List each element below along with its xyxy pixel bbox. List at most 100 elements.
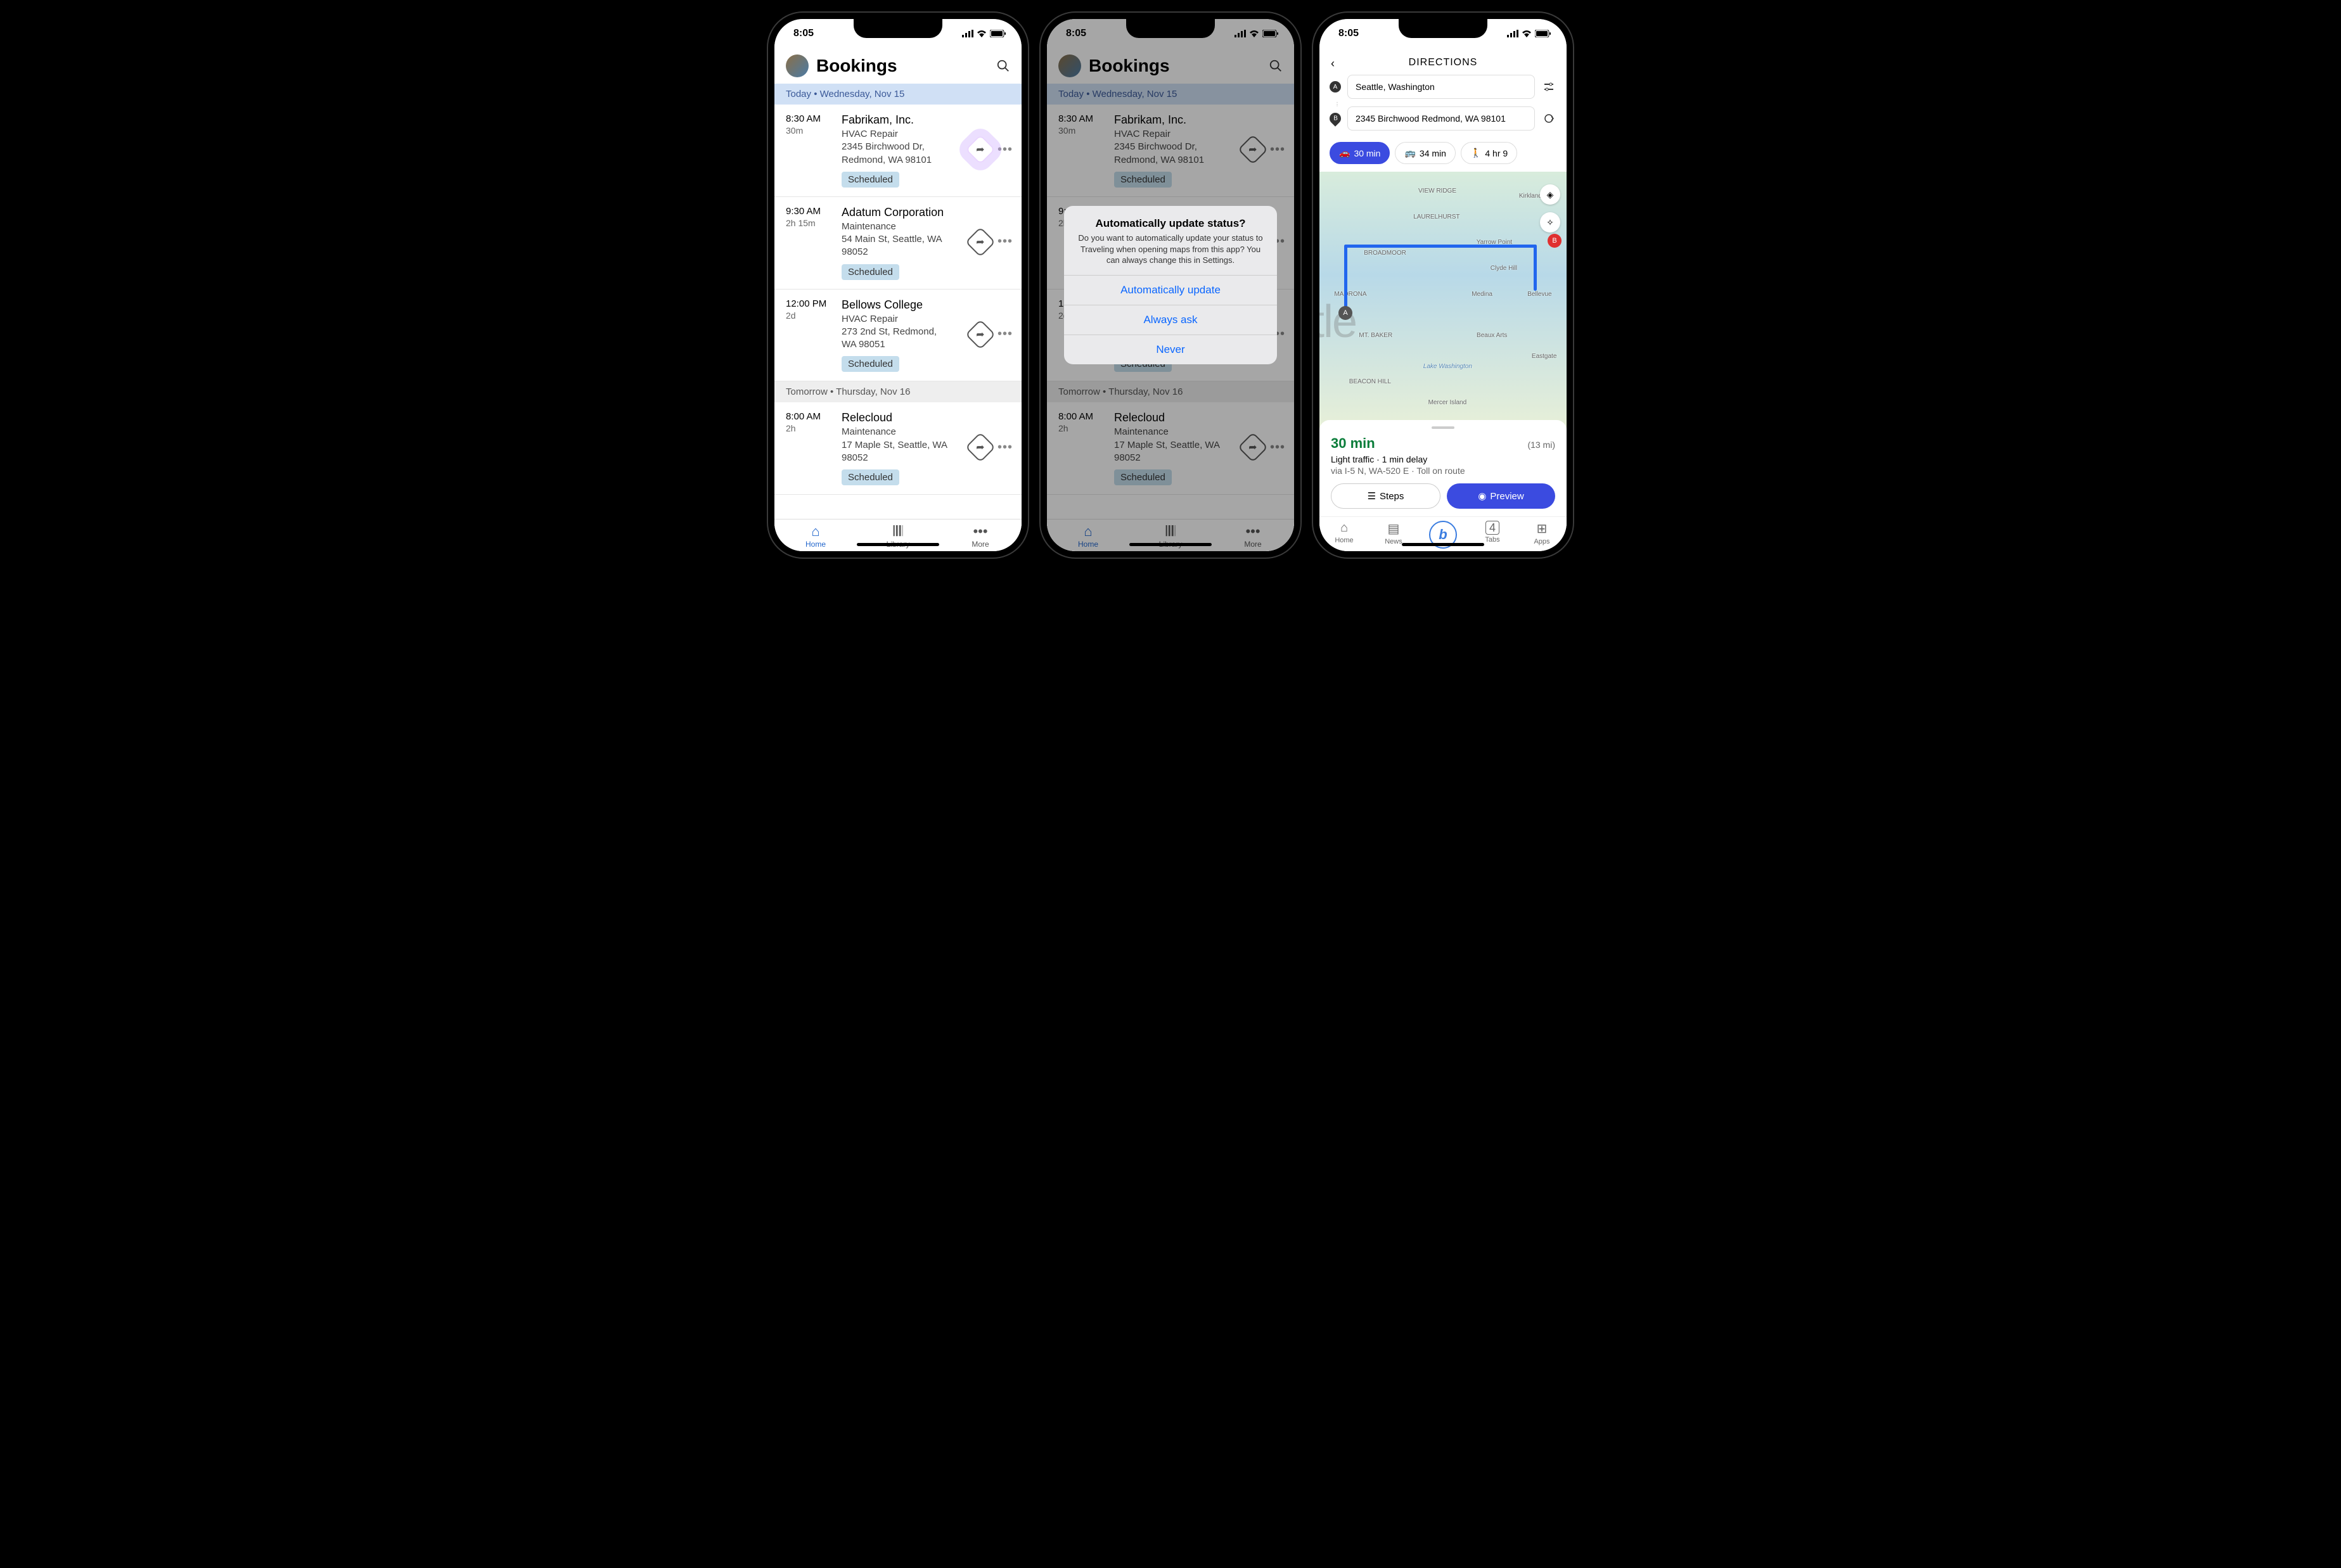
booking-time: 12:00 PM <box>786 298 834 309</box>
status-badge: Scheduled <box>842 264 899 280</box>
booking-row[interactable]: 8:00 AM2h RelecloudMaintenance17 Maple S… <box>774 402 1022 495</box>
status-badge: Scheduled <box>842 469 899 485</box>
compass-button[interactable]: ✧ <box>1540 212 1560 233</box>
nav-library[interactable]: 𝄃𝄃𝄃Library <box>857 525 939 551</box>
traffic-info: Light traffic · 1 min delay <box>1331 454 1555 464</box>
navigate-button[interactable]: ➦ <box>965 227 996 257</box>
alert-always-ask-button[interactable]: Always ask <box>1064 305 1276 335</box>
route-via: via I-5 N, WA-520 E · Toll on route <box>1331 466 1555 476</box>
nav-home[interactable]: ⌂Home <box>1319 521 1369 551</box>
status-badge: Scheduled <box>842 172 899 188</box>
phone-bookings: 8:05 Bookings Today • Wednesday, Nov 15 … <box>768 13 1028 558</box>
booking-addr2: 98052 <box>842 452 962 464</box>
booking-duration: 2h <box>786 423 834 433</box>
marker-b-icon: B <box>1327 111 1343 127</box>
nav-bing[interactable]: b <box>1418 521 1468 551</box>
booking-service: Maintenance <box>842 426 962 438</box>
navigate-button[interactable]: ➦ <box>965 134 996 165</box>
booking-service: HVAC Repair <box>842 313 962 326</box>
wifi-icon <box>1522 30 1532 37</box>
library-icon: 𝄃𝄃𝄃 <box>894 525 903 539</box>
signal-icon <box>962 30 973 37</box>
booking-duration: 2d <box>786 310 834 321</box>
layers-button[interactable]: ◈ <box>1540 184 1560 205</box>
signal-icon <box>1507 30 1518 37</box>
booking-name: Bellows College <box>842 298 962 312</box>
booking-addr2: WA 98051 <box>842 338 962 351</box>
bus-icon: 🚌 <box>1404 148 1415 158</box>
booking-service: HVAC Repair <box>842 128 962 141</box>
route-sheet[interactable]: 30 min (13 mi) Light traffic · 1 min del… <box>1319 420 1567 516</box>
status-badge: Scheduled <box>842 356 899 372</box>
home-indicator[interactable] <box>1402 543 1484 546</box>
travel-modes: 🚗30 min 🚌34 min 🚶4 hr 9 <box>1319 142 1567 172</box>
booking-addr1: 2345 Birchwood Dr, <box>842 141 962 153</box>
wifi-icon <box>977 30 987 37</box>
phone-alert: 8:05 Bookings Today • Wednesday, Nov 15 … <box>1041 13 1300 558</box>
booking-addr2: 98052 <box>842 246 962 258</box>
swap-icon[interactable] <box>1541 111 1556 126</box>
battery-icon <box>1535 30 1551 37</box>
phone-directions: 8:05 ‹ DIRECTIONS A Seattle, Washington … <box>1313 13 1573 558</box>
more-icon[interactable]: ••• <box>997 143 1013 157</box>
booking-service: Maintenance <box>842 220 962 233</box>
nav-tabs[interactable]: 4Tabs <box>1468 521 1517 551</box>
apps-icon: ⊞ <box>1537 521 1548 537</box>
from-input[interactable]: Seattle, Washington <box>1347 75 1535 99</box>
home-indicator[interactable] <box>1129 543 1212 546</box>
route-line <box>1344 245 1537 248</box>
status-bar: 8:05 <box>1319 19 1567 48</box>
nav-more[interactable]: •••More <box>939 525 1022 551</box>
more-icon[interactable]: ••• <box>997 234 1013 249</box>
more-icon[interactable]: ••• <box>997 440 1013 455</box>
route-distance: (13 mi) <box>1527 440 1555 450</box>
news-icon: ▤ <box>1388 521 1400 537</box>
booking-row[interactable]: 12:00 PM2d Bellows CollegeHVAC Repair273… <box>774 290 1022 382</box>
booking-time: 8:30 AM <box>786 113 834 124</box>
avatar[interactable] <box>786 54 809 77</box>
booking-addr1: 273 2nd St, Redmond, <box>842 326 962 338</box>
bookings-list[interactable]: 8:30 AM30m Fabrikam, Inc.HVAC Repair2345… <box>774 105 1022 519</box>
alert-auto-update-button[interactable]: Automatically update <box>1064 275 1276 305</box>
booking-row[interactable]: 8:30 AM30m Fabrikam, Inc.HVAC Repair2345… <box>774 105 1022 197</box>
preview-button[interactable]: ◉Preview <box>1447 483 1555 509</box>
marker-a-icon: A <box>1330 81 1341 92</box>
navigate-button[interactable]: ➦ <box>965 319 996 349</box>
booking-addr2: Redmond, WA 98101 <box>842 154 962 167</box>
mode-drive[interactable]: 🚗30 min <box>1330 142 1390 164</box>
navigate-button[interactable]: ➦ <box>965 432 996 462</box>
today-banner: Today • Wednesday, Nov 15 <box>774 84 1022 105</box>
nav-apps[interactable]: ⊞Apps <box>1517 521 1567 551</box>
alert-dialog: Automatically update status? Do you want… <box>1064 206 1276 364</box>
to-input[interactable]: 2345 Birchwood Redmond, WA 98101 <box>1347 106 1535 131</box>
booking-time: 9:30 AM <box>786 206 834 217</box>
back-button[interactable]: ‹ <box>1331 57 1335 70</box>
nav-home[interactable]: ⌂Home <box>774 525 857 551</box>
home-indicator[interactable] <box>857 543 939 546</box>
search-icon[interactable] <box>996 59 1010 73</box>
mode-transit[interactable]: 🚌34 min <box>1395 142 1455 164</box>
tabs-icon: 4 <box>1485 521 1499 535</box>
more-icon: ••• <box>973 525 987 539</box>
booking-name: Adatum Corporation <box>842 206 962 219</box>
home-icon: ⌂ <box>811 525 819 539</box>
car-icon: 🚗 <box>1339 148 1350 158</box>
map[interactable]: tle VIEW RIDGE Kirkland LAURELHURST Yarr… <box>1319 172 1567 430</box>
mode-walk[interactable]: 🚶4 hr 9 <box>1461 142 1517 164</box>
steps-button[interactable]: ☰Steps <box>1331 483 1440 509</box>
alert-never-button[interactable]: Never <box>1064 335 1276 364</box>
nav-news[interactable]: ▤News <box>1369 521 1418 551</box>
bookings-header: Bookings <box>774 48 1022 84</box>
bottom-nav: ⌂Home 𝄃𝄃𝄃Library •••More <box>774 519 1022 551</box>
status-indicators <box>1507 30 1551 37</box>
status-time: 8:05 <box>1338 28 1359 39</box>
alert-message: Do you want to automatically update your… <box>1077 233 1264 266</box>
booking-name: Fabrikam, Inc. <box>842 113 962 127</box>
booking-row[interactable]: 9:30 AM2h 15m Adatum CorporationMaintena… <box>774 197 1022 290</box>
drag-handle[interactable] <box>1432 426 1454 429</box>
booking-name: Relecloud <box>842 411 962 424</box>
settings-icon[interactable] <box>1541 79 1556 94</box>
eye-icon: ◉ <box>1478 490 1486 502</box>
more-icon[interactable]: ••• <box>997 327 1013 341</box>
walk-icon: 🚶 <box>1470 148 1481 158</box>
